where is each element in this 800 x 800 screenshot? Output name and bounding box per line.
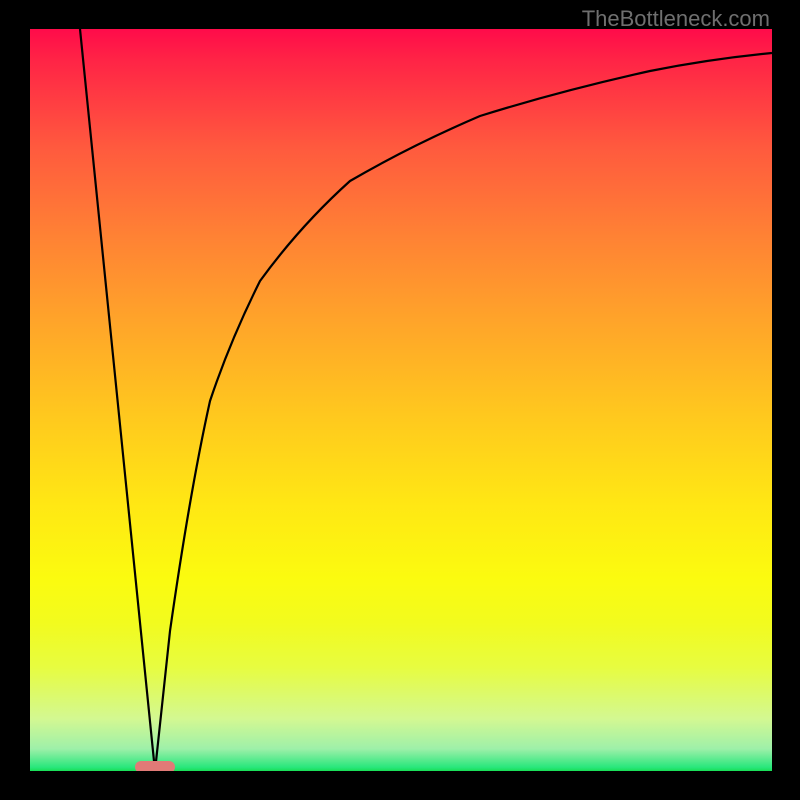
chart-border-bottom bbox=[0, 771, 800, 800]
curve-left-segment bbox=[80, 29, 155, 771]
bottleneck-curve bbox=[30, 29, 772, 771]
attribution-text: TheBottleneck.com bbox=[582, 6, 770, 32]
chart-border-left bbox=[0, 0, 30, 800]
curve-right-segment bbox=[155, 53, 772, 771]
chart-border-right bbox=[772, 0, 800, 800]
